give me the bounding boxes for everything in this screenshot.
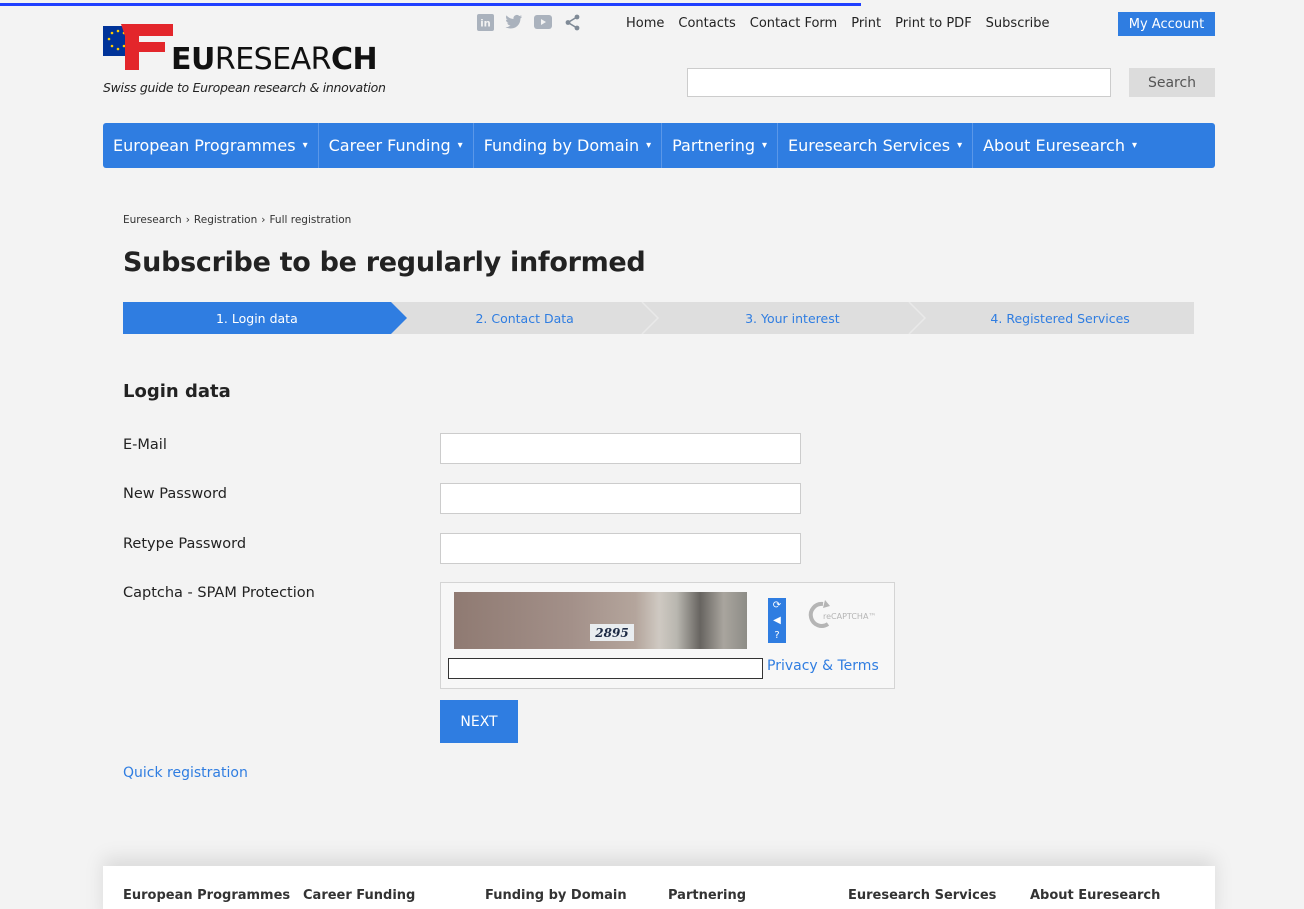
- chevron-down-icon: ▾: [646, 140, 652, 151]
- help-icon[interactable]: ?: [768, 628, 786, 643]
- privacy-terms-link[interactable]: Privacy & Terms: [767, 658, 879, 674]
- step-login-data[interactable]: 1. Login data: [123, 302, 407, 334]
- next-button[interactable]: NEXT: [440, 700, 518, 743]
- step-label: 2. Contact Data: [475, 310, 574, 326]
- audio-icon[interactable]: ◀: [768, 613, 786, 628]
- my-account-button[interactable]: My Account: [1118, 12, 1215, 36]
- top-link-print[interactable]: Print: [851, 16, 881, 31]
- nav-item-label: European Programmes: [113, 136, 296, 155]
- captcha-image: 2895: [454, 592, 747, 649]
- breadcrumb-separator-icon: ›: [185, 214, 190, 226]
- refresh-icon[interactable]: ⟳: [768, 598, 786, 613]
- logo-mark-icon: [103, 24, 173, 70]
- chevron-down-icon: ▾: [957, 140, 963, 151]
- step-label: 4. Registered Services: [990, 310, 1130, 326]
- top-link-home[interactable]: Home: [626, 16, 664, 31]
- chevron-down-icon: ▾: [1131, 140, 1137, 151]
- step-label: 3. Your interest: [745, 310, 840, 326]
- breadcrumb: Euresearch › Registration › Full registr…: [123, 214, 351, 226]
- youtube-icon[interactable]: [534, 13, 552, 31]
- new-password-field[interactable]: [440, 483, 801, 514]
- footer-euresearch-services[interactable]: Euresearch Services: [848, 888, 996, 903]
- search-button[interactable]: Search: [1129, 68, 1215, 97]
- breadcrumb-separator-icon: ›: [261, 214, 266, 226]
- page: EURESEARCH Swiss guide to European resea…: [0, 0, 1304, 909]
- captcha-number: 2895: [590, 624, 634, 641]
- footer-about-euresearch[interactable]: About Euresearch: [1030, 888, 1160, 903]
- retype-password-label: Retype Password: [123, 536, 247, 552]
- nav-item-label: About Euresearch: [983, 136, 1125, 155]
- registration-steps: 1. Login data 2. Contact Data 3. Your in…: [123, 302, 1194, 334]
- search-input[interactable]: [687, 68, 1111, 97]
- section-title-login-data: Login data: [123, 381, 231, 402]
- main-navigation: European Programmes ▾ Career Funding ▾ Fun…: [103, 123, 1215, 168]
- share-icon[interactable]: [563, 13, 581, 31]
- footer-european-programmes[interactable]: European Programmes: [123, 888, 290, 903]
- nav-item-about-euresearch[interactable]: About Euresearch ▾: [973, 123, 1147, 168]
- breadcrumb-current: Full registration: [269, 214, 352, 226]
- chevron-down-icon: ▾: [302, 140, 308, 151]
- chevron-down-icon: ▾: [457, 140, 463, 151]
- captcha-label: Captcha - SPAM Protection: [123, 585, 315, 601]
- step-label: 1. Login data: [215, 310, 298, 326]
- breadcrumb-euresearch[interactable]: Euresearch: [123, 214, 182, 226]
- top-link-contact-form[interactable]: Contact Form: [750, 16, 837, 31]
- social-icons: in: [476, 13, 581, 31]
- nav-item-career-funding[interactable]: Career Funding ▾: [319, 123, 474, 168]
- logo-tagline: Swiss guide to European research & innov…: [103, 80, 386, 95]
- twitter-icon[interactable]: [505, 13, 523, 31]
- step-contact-data[interactable]: 2. Contact Data: [391, 302, 659, 334]
- linkedin-icon[interactable]: in: [476, 13, 494, 31]
- logo-wordmark: EURESEARCH: [171, 42, 378, 77]
- page-title: Subscribe to be regularly informed: [123, 247, 646, 278]
- footer: European Programmes Career Funding Fundi…: [103, 866, 1215, 909]
- recaptcha-brand: reCAPTCHA™: [823, 612, 876, 621]
- captcha-widget: 2895 ⟳ ◀ ? reCAPTCHA™ Privacy & Terms: [440, 582, 895, 689]
- euresearch-logo[interactable]: EURESEARCH Swiss guide to European resea…: [103, 22, 403, 102]
- footer-funding-by-domain[interactable]: Funding by Domain: [485, 888, 627, 903]
- step-divider-icon: [640, 302, 659, 334]
- step-divider-icon: [908, 302, 927, 334]
- captcha-input[interactable]: [448, 658, 763, 679]
- new-password-label: New Password: [123, 486, 227, 502]
- nav-item-label: Euresearch Services: [788, 136, 951, 155]
- top-link-print-to-pdf[interactable]: Print to PDF: [895, 16, 972, 31]
- top-links: Home Contacts Contact Form Print Print t…: [626, 16, 1050, 31]
- top-link-contacts[interactable]: Contacts: [678, 16, 735, 31]
- retype-password-field[interactable]: [440, 533, 801, 564]
- nav-item-euresearch-services[interactable]: Euresearch Services ▾: [778, 123, 974, 168]
- quick-registration-link[interactable]: Quick registration: [123, 765, 248, 781]
- top-link-subscribe[interactable]: Subscribe: [986, 16, 1050, 31]
- recaptcha-logo-icon: reCAPTCHA™: [808, 600, 876, 628]
- nav-item-funding-by-domain[interactable]: Funding by Domain ▾: [474, 123, 663, 168]
- footer-partnering[interactable]: Partnering: [668, 888, 746, 903]
- chevron-down-icon: ▾: [762, 140, 768, 151]
- email-field[interactable]: [440, 433, 801, 464]
- breadcrumb-registration[interactable]: Registration: [194, 214, 257, 226]
- svg-text:in: in: [480, 18, 491, 29]
- email-label: E-Mail: [123, 437, 167, 453]
- step-your-interest[interactable]: 3. Your interest: [659, 302, 927, 334]
- footer-career-funding[interactable]: Career Funding: [303, 888, 415, 903]
- nav-item-label: Partnering: [672, 136, 756, 155]
- nav-item-partnering[interactable]: Partnering ▾: [662, 123, 779, 168]
- nav-item-label: Career Funding: [328, 136, 451, 155]
- step-registered-services[interactable]: 4. Registered Services: [926, 302, 1194, 334]
- nav-item-label: Funding by Domain: [483, 136, 640, 155]
- nav-item-european-programmes[interactable]: European Programmes ▾: [103, 123, 319, 168]
